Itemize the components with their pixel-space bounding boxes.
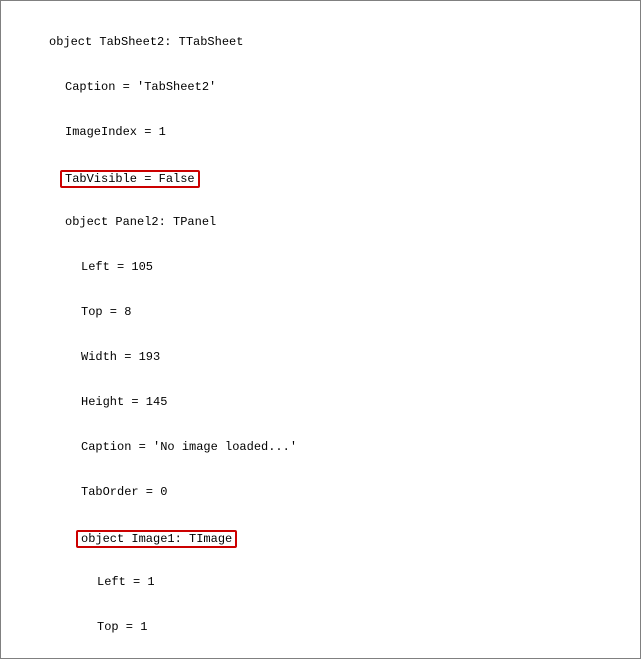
dfm-source-code: object TabSheet2: TTabSheet Caption = 'T… (1, 1, 640, 659)
code-line: Width = 193 (1, 350, 640, 365)
code-line-highlighted: TabVisible = False (1, 170, 640, 185)
code-line: Top = 8 (1, 305, 640, 320)
code-line: Caption = 'No image loaded...' (1, 440, 640, 455)
highlight-box: TabVisible = False (60, 170, 200, 188)
code-line: ImageIndex = 1 (1, 125, 640, 140)
code-line: Caption = 'TabSheet2' (1, 80, 640, 95)
code-line: Top = 1 (1, 620, 640, 635)
highlight-box: object Image1: TImage (76, 530, 237, 548)
code-line: object TabSheet2: TTabSheet (1, 35, 640, 50)
code-line-highlighted: object Image1: TImage (1, 530, 640, 545)
code-line: object Panel2: TPanel (1, 215, 640, 230)
code-line: TabOrder = 0 (1, 485, 640, 500)
code-line: Left = 1 (1, 575, 640, 590)
code-line: Left = 105 (1, 260, 640, 275)
code-line: Height = 145 (1, 395, 640, 410)
